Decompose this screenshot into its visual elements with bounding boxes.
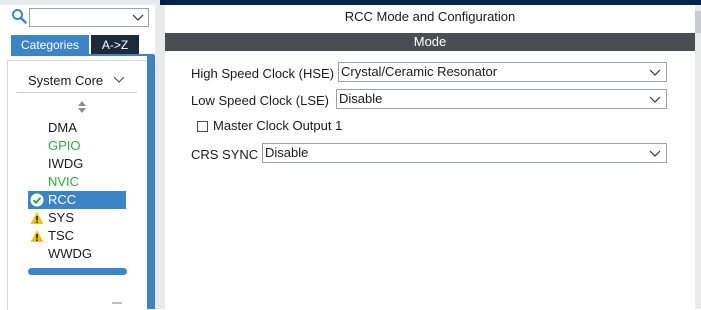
list-item-iwdg[interactable]: IWDG [28, 155, 126, 173]
list-bottom-marker [112, 302, 122, 304]
list-item-label: IWDG [48, 156, 84, 171]
section-header-mode: Mode [165, 33, 695, 51]
crs-sync-select[interactable]: Disable [262, 143, 667, 163]
list-item-label: RCC [48, 192, 77, 207]
group-title-system-core[interactable]: System Core [28, 73, 103, 88]
category-list-hscrollbar[interactable] [28, 268, 127, 275]
warning-icon [30, 230, 44, 242]
list-item-tsc[interactable]: TSC [28, 227, 126, 245]
tab-underline [11, 54, 154, 56]
list-item-label: SYS [48, 210, 75, 225]
lse-label: Low Speed Clock (LSE) [191, 93, 330, 108]
lse-select-value: Disable [339, 91, 383, 106]
list-item-gpio[interactable]: GPIO [28, 137, 126, 155]
mco-label: Master Clock Output 1 [213, 118, 343, 133]
search-input[interactable] [29, 8, 149, 27]
warning-icon [30, 212, 44, 224]
category-list-scrollbar[interactable] [147, 55, 155, 309]
sort-icon[interactable] [77, 100, 87, 114]
tab-a-z[interactable]: A->Z [91, 35, 139, 54]
search-icon[interactable] [11, 8, 27, 24]
tab-categories[interactable]: Categories [11, 35, 89, 54]
list-item-nvic[interactable]: NVIC [28, 173, 126, 191]
scrollbar-thumb[interactable] [695, 11, 701, 33]
list-item-label: DMA [48, 120, 77, 135]
lse-select[interactable]: Disable [336, 89, 667, 109]
hse-select-value: Crystal/Ceramic Resonator [341, 64, 498, 79]
list-item-label: WWDG [48, 246, 93, 261]
hse-select[interactable]: Crystal/Ceramic Resonator [338, 62, 667, 82]
crs-sync-select-value: Disable [265, 145, 309, 160]
check-circle-icon [30, 193, 44, 207]
chevron-down-icon[interactable] [649, 93, 661, 105]
page-title: RCC Mode and Configuration [344, 9, 516, 24]
list-item-label: TSC [48, 228, 74, 243]
chevron-down-icon[interactable] [132, 11, 144, 23]
list-item-wwdg[interactable]: WWDG [28, 245, 126, 263]
list-item-sys[interactable]: SYS [28, 209, 126, 227]
list-item-dma[interactable]: DMA [28, 119, 126, 137]
config-panel-scrollbar[interactable] [695, 5, 701, 309]
chevron-down-icon[interactable] [649, 66, 661, 78]
list-item-label: NVIC [48, 174, 80, 189]
group-divider [17, 92, 137, 93]
hse-label: High Speed Clock (HSE) [191, 66, 335, 81]
chevron-down-icon[interactable] [113, 73, 125, 85]
mco-checkbox[interactable] [197, 121, 208, 132]
list-item-label: GPIO [48, 138, 81, 153]
chevron-down-icon[interactable] [649, 147, 661, 159]
panel-splitter[interactable] [155, 5, 165, 309]
crs-sync-label: CRS SYNC [191, 147, 259, 162]
list-item-rcc[interactable]: RCC [28, 191, 126, 209]
